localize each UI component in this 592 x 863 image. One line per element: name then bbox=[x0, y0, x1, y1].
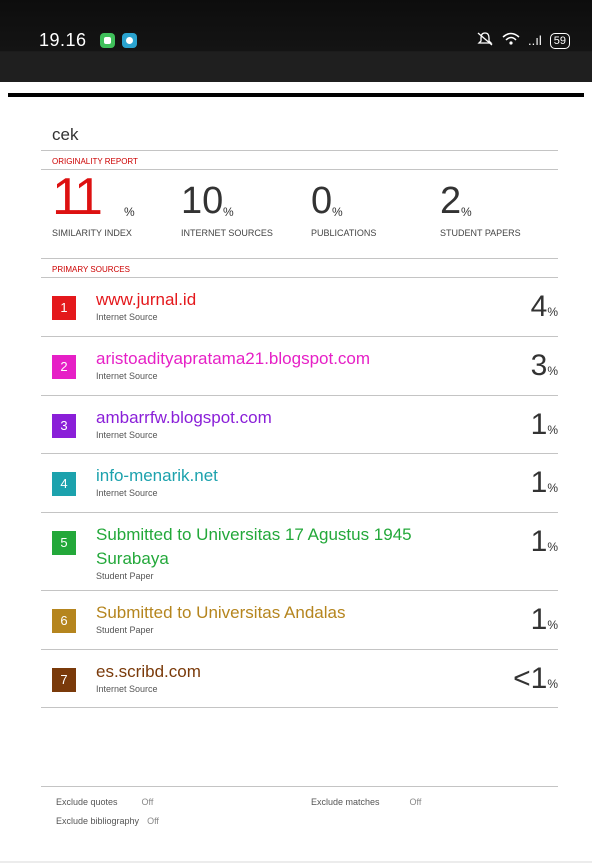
source-percentage: 4% bbox=[531, 290, 558, 324]
exclude-bibliography-label: Exclude bibliography bbox=[56, 816, 140, 826]
source-percentage-value: 4 bbox=[530, 290, 548, 323]
source-row[interactable]: 7 es.scribd.com Internet Source <1% bbox=[41, 650, 558, 708]
exclude-quotes-value: Off bbox=[141, 797, 154, 807]
source-number-badge: 4 bbox=[52, 472, 76, 496]
system-icons: ..ıl 59 bbox=[476, 32, 570, 49]
student-value: 2 bbox=[440, 180, 462, 222]
source-number-badge: 7 bbox=[52, 668, 76, 692]
internet-unit: % bbox=[223, 205, 234, 219]
exclude-bibliography-value: Off bbox=[147, 816, 159, 826]
source-type: Internet Source bbox=[96, 488, 158, 498]
source-percentage: 1% bbox=[531, 525, 558, 559]
student-label: STUDENT PAPERS bbox=[440, 228, 521, 238]
exclude-quotes-label: Exclude quotes bbox=[56, 797, 118, 807]
source-row[interactable]: 6 Submitted to Universitas Andalas Student… bbox=[41, 591, 558, 650]
document-title: cek bbox=[52, 125, 79, 144]
primary-sources-label: PRIMARY SOURCES bbox=[52, 265, 130, 274]
source-name-link[interactable]: Submitted to Universitas 17 Agustus 1945… bbox=[96, 523, 466, 571]
source-number-badge: 6 bbox=[52, 609, 76, 633]
similarity-label: SIMILARITY INDEX bbox=[52, 228, 132, 238]
source-percentage-value: <1 bbox=[513, 662, 548, 695]
source-name-link[interactable]: ambarrfw.blogspot.com bbox=[96, 406, 466, 430]
exclude-matches-value: Off bbox=[409, 797, 422, 807]
source-type: Student Paper bbox=[96, 625, 154, 635]
source-number-badge: 3 bbox=[52, 414, 76, 438]
exclude-matches: Exclude matches Off bbox=[311, 797, 421, 807]
wifi-icon bbox=[502, 32, 520, 49]
student-unit: % bbox=[461, 205, 472, 219]
source-type: Internet Source bbox=[96, 312, 158, 322]
source-percentage: 3% bbox=[531, 349, 558, 383]
source-row[interactable]: 2 aristoadityapratama21.blogspot.com Inter… bbox=[41, 337, 558, 396]
source-percentage-unit: % bbox=[547, 305, 558, 319]
source-row[interactable]: 3 ambarrfw.blogspot.com Internet Source 1% bbox=[41, 396, 558, 454]
source-percentage-unit: % bbox=[547, 364, 558, 378]
source-name-link[interactable]: aristoadityapratama21.blogspot.com bbox=[96, 347, 466, 371]
source-number-badge: 5 bbox=[52, 531, 76, 555]
source-name-link[interactable]: www.jurnal.id bbox=[96, 288, 466, 312]
source-type: Internet Source bbox=[96, 371, 158, 381]
mute-icon bbox=[476, 32, 494, 49]
exclude-matches-label: Exclude matches bbox=[311, 797, 380, 807]
similarity-value: 11 bbox=[52, 168, 103, 226]
signal-icon: ..ıl bbox=[528, 33, 542, 48]
source-number-badge: 1 bbox=[52, 296, 76, 320]
divider bbox=[8, 93, 584, 97]
source-type: Student Paper bbox=[96, 571, 154, 581]
exclude-quotes: Exclude quotes Off bbox=[56, 797, 153, 807]
stats-row: 11 % SIMILARITY INDEX 10 % INTERNET SOUR… bbox=[41, 168, 558, 258]
source-row[interactable]: 1 www.jurnal.id Internet Source 4% bbox=[41, 278, 558, 337]
battery-icon: 59 bbox=[549, 32, 570, 49]
publications-label: PUBLICATIONS bbox=[311, 228, 377, 238]
source-percentage: 1% bbox=[531, 408, 558, 442]
source-percentage-value: 1 bbox=[530, 466, 548, 499]
messaging-app-icon bbox=[100, 33, 115, 48]
internet-value: 10 bbox=[181, 180, 224, 222]
source-type: Internet Source bbox=[96, 684, 158, 694]
source-percentage-unit: % bbox=[547, 481, 558, 495]
sources-list: 1 www.jurnal.id Internet Source 4% 2 aristoad… bbox=[41, 278, 558, 708]
source-number-badge: 2 bbox=[52, 355, 76, 379]
source-percentage: <1% bbox=[513, 662, 558, 696]
originality-report: cek ORIGINALITY REPORT 11 % SIMILARITY I… bbox=[41, 120, 558, 708]
source-percentage-unit: % bbox=[547, 618, 558, 632]
source-name-link[interactable]: es.scribd.com bbox=[96, 660, 466, 684]
chat-app-icon bbox=[122, 33, 137, 48]
clock: 19.16 bbox=[39, 30, 87, 50]
source-percentage-value: 1 bbox=[530, 525, 548, 558]
source-percentage: 1% bbox=[531, 466, 558, 500]
source-row[interactable]: 5 Submitted to Universitas 17 Agustus 194… bbox=[41, 513, 558, 591]
source-percentage-value: 3 bbox=[530, 349, 548, 382]
status-bar: 19.16 ..ıl 59 bbox=[0, 0, 592, 82]
publications-unit: % bbox=[332, 205, 343, 219]
source-percentage: 1% bbox=[531, 603, 558, 637]
source-row[interactable]: 4 info-menarik.net Internet Source 1% bbox=[41, 454, 558, 513]
source-percentage-value: 1 bbox=[530, 603, 548, 636]
source-name-link[interactable]: info-menarik.net bbox=[96, 464, 466, 488]
exclusion-settings: Exclude quotes Off Exclude bibliography Of… bbox=[41, 786, 558, 826]
source-percentage-unit: % bbox=[547, 423, 558, 437]
similarity-unit: % bbox=[124, 205, 135, 219]
source-percentage-unit: % bbox=[547, 540, 558, 554]
publications-value: 0 bbox=[311, 180, 333, 222]
exclude-bibliography: Exclude bibliography Off bbox=[56, 816, 159, 826]
source-percentage-unit: % bbox=[547, 677, 558, 691]
source-type: Internet Source bbox=[96, 430, 158, 440]
source-name-link[interactable]: Submitted to Universitas Andalas bbox=[96, 601, 466, 625]
originality-report-label: ORIGINALITY REPORT bbox=[52, 157, 138, 166]
internet-label: INTERNET SOURCES bbox=[181, 228, 273, 238]
source-percentage-value: 1 bbox=[530, 408, 548, 441]
